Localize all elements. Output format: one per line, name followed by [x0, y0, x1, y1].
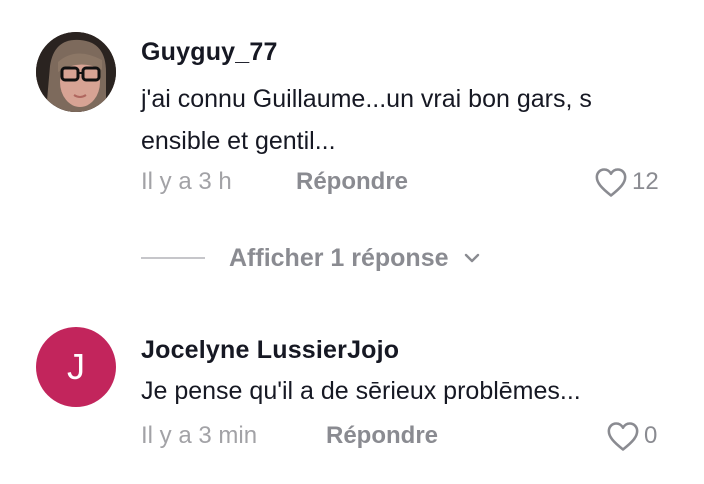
like-count: 12 [632, 168, 659, 195]
reply-button[interactable]: Répondre [296, 168, 408, 196]
heart-outline-icon [595, 168, 627, 197]
comment-username[interactable]: Guyguy_77 [141, 38, 278, 67]
comment-text: Je pense qu'il a de sērieux problēmes... [141, 377, 581, 405]
heart-outline-icon [607, 422, 639, 451]
comment-username[interactable]: Jocelyne LussierJojo [141, 336, 399, 365]
comment-timestamp: Il y a 3 min [141, 422, 258, 449]
view-replies-label: Afficher 1 réponse [229, 243, 449, 272]
replies-divider [141, 257, 205, 259]
chevron-down-icon [464, 253, 479, 263]
avatar-photo-icon [36, 32, 116, 112]
like-button[interactable]: 0 [606, 420, 657, 452]
like-button[interactable]: 12 [594, 166, 659, 198]
avatar[interactable]: J [36, 327, 116, 407]
comment-text: j'ai connu Guillaume...un vrai bon gars,… [141, 85, 592, 155]
view-replies-button[interactable]: Afficher 1 réponse [141, 240, 481, 276]
comment-timestamp: Il y a 3 h [141, 168, 232, 195]
reply-button[interactable]: Répondre [326, 422, 438, 450]
avatar[interactable] [36, 32, 116, 112]
like-count: 0 [644, 422, 658, 449]
